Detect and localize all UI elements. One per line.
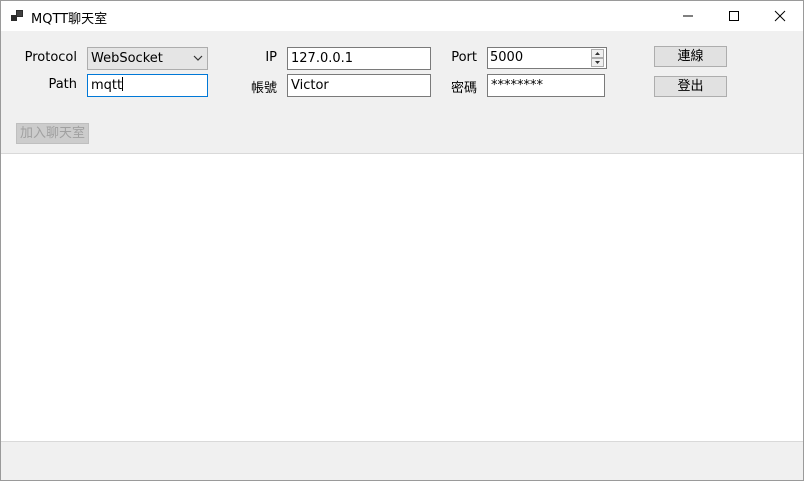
logout-button[interactable]: 登出 — [654, 76, 727, 97]
text-caret — [122, 77, 124, 91]
maximize-icon — [729, 11, 739, 21]
ip-input[interactable]: 127.0.0.1 — [287, 47, 431, 70]
spin-up-button[interactable] — [591, 49, 604, 58]
window-title: MQTT聊天室 — [31, 12, 108, 27]
password-label: 密碼 — [450, 81, 477, 96]
triangle-up-icon — [595, 52, 600, 55]
ip-label: IP — [265, 50, 277, 65]
app-icon — [11, 10, 23, 21]
port-spin-buttons — [591, 49, 605, 67]
maximize-button[interactable] — [711, 1, 757, 31]
connection-form: Protocol WebSocket IP 127.0.0.1 Port 500… — [1, 31, 803, 153]
chevron-down-icon — [193, 55, 203, 61]
connect-button[interactable]: 連線 — [654, 46, 727, 67]
path-label: Path — [48, 77, 77, 92]
protocol-value: WebSocket — [91, 51, 163, 66]
ip-value: 127.0.0.1 — [291, 51, 354, 66]
close-button[interactable] — [757, 1, 803, 31]
account-label: 帳號 — [250, 81, 277, 96]
minimize-button[interactable] — [665, 1, 711, 31]
path-value: mqtt — [91, 78, 123, 93]
app-window: MQTT聊天室 Protocol WebSocket IP 127.0.0.1 … — [0, 0, 804, 481]
password-input[interactable]: ******** — [487, 74, 605, 97]
chat-message-area[interactable] — [1, 153, 803, 442]
message-input-area — [1, 442, 803, 480]
account-value: Victor — [291, 78, 329, 93]
minimize-icon — [683, 15, 693, 17]
close-icon — [774, 10, 786, 22]
password-value: ******** — [491, 78, 543, 93]
spin-down-button[interactable] — [591, 58, 604, 67]
port-stepper[interactable]: 5000 — [487, 47, 607, 69]
path-input[interactable]: mqtt — [87, 74, 208, 97]
join-chat-button[interactable]: 加入聊天室 — [16, 123, 89, 144]
port-label: Port — [451, 50, 477, 65]
protocol-dropdown[interactable]: WebSocket — [87, 47, 208, 70]
account-input[interactable]: Victor — [287, 74, 431, 97]
protocol-label: Protocol — [24, 50, 77, 65]
port-value: 5000 — [490, 50, 524, 65]
triangle-down-icon — [595, 61, 600, 64]
title-bar[interactable]: MQTT聊天室 — [1, 1, 803, 31]
